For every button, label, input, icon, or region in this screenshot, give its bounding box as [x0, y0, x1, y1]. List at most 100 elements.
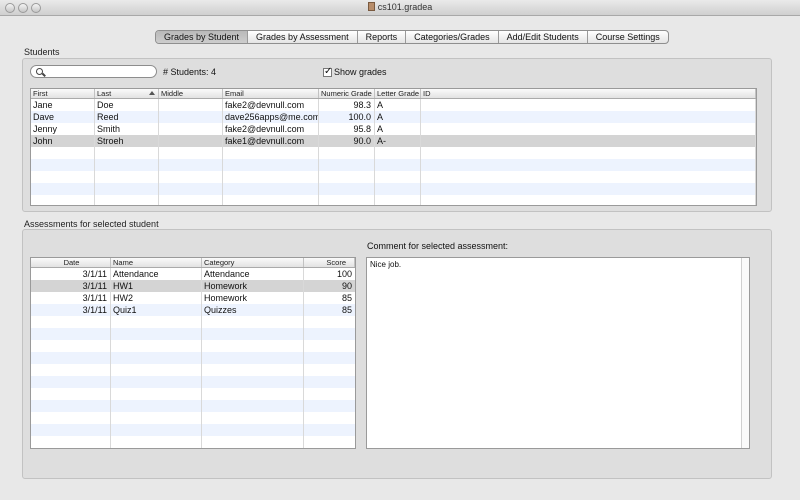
- cell-email: [223, 183, 319, 195]
- column-header-letter-grade[interactable]: Letter Grade: [375, 89, 421, 98]
- cell-id: [421, 111, 756, 123]
- cell-last: Smith: [95, 123, 159, 135]
- column-header-numeric-grade[interactable]: Numeric Grade: [319, 89, 375, 98]
- cell-name: HW2: [111, 292, 202, 304]
- empty-row[interactable]: [31, 412, 355, 424]
- cell-date: [31, 388, 111, 400]
- cell-date: [31, 400, 111, 412]
- show-grades-checkbox[interactable]: [323, 66, 332, 77]
- cell-score: 90: [341, 281, 352, 291]
- empty-row[interactable]: [31, 147, 756, 159]
- cell-first: Dave: [31, 111, 95, 123]
- student-search-field[interactable]: [30, 65, 157, 78]
- tab-grades-by-student[interactable]: Grades by Student: [156, 31, 249, 43]
- cell-numeric: 100.0: [319, 111, 375, 123]
- empty-row[interactable]: [31, 424, 355, 436]
- cell-category: [202, 376, 304, 388]
- comment-scrollbar[interactable]: [741, 258, 749, 448]
- assessments-table: Date Name Category Score 3/1/11 Attendanc…: [30, 257, 356, 449]
- empty-row[interactable]: [31, 376, 355, 388]
- cell-email: dave256apps@me.com: [225, 111, 319, 123]
- cell-score: [304, 400, 355, 412]
- students-table-body: Jane Doe fake2@devnull.com 98.3 A Dave Reed dav…: [31, 99, 756, 205]
- cell-name: [111, 400, 202, 412]
- cell-category: [202, 436, 304, 448]
- column-header-middle[interactable]: Middle: [159, 89, 223, 98]
- students-section-label: Students: [24, 47, 60, 57]
- cell-numeric: 98.3: [319, 99, 375, 111]
- cell-middle: [159, 159, 223, 171]
- student-row[interactable]: Dave Reed dave256apps@me.com 100.0 A: [31, 111, 756, 123]
- cell-first: [31, 147, 95, 159]
- assessment-row[interactable]: 3/1/11 Attendance Attendance 100: [31, 268, 355, 280]
- show-grades-toggle[interactable]: Show grades: [323, 66, 387, 77]
- cell-category: [202, 316, 304, 328]
- tab-course-settings[interactable]: Course Settings: [588, 31, 668, 43]
- cell-score: 100: [336, 269, 352, 279]
- empty-row[interactable]: [31, 183, 756, 195]
- column-header-email[interactable]: Email: [223, 89, 319, 98]
- empty-row[interactable]: [31, 352, 355, 364]
- tab-categories-grades[interactable]: Categories/Grades: [406, 31, 499, 43]
- cell-category: [202, 340, 304, 352]
- student-row[interactable]: Jane Doe fake2@devnull.com 98.3 A: [31, 99, 756, 111]
- cell-name: [111, 376, 202, 388]
- cell-middle: [159, 147, 223, 159]
- cell-id: [421, 183, 756, 195]
- empty-row[interactable]: [31, 328, 355, 340]
- column-header-date[interactable]: Date: [31, 258, 111, 267]
- column-header-name[interactable]: Name: [111, 258, 202, 267]
- cell-last: Reed: [95, 111, 159, 123]
- cell-name: [111, 328, 202, 340]
- tab-reports[interactable]: Reports: [358, 31, 407, 43]
- student-search-input[interactable]: [45, 66, 150, 77]
- cell-id: [421, 123, 756, 135]
- students-table-header: First Last Middle Email Numeric Grade Le…: [31, 89, 756, 99]
- cell-score: [304, 424, 355, 436]
- column-header-score[interactable]: Score: [304, 258, 355, 267]
- comment-text[interactable]: Nice job.: [370, 260, 401, 269]
- tab-grades-by-assessment[interactable]: Grades by Assessment: [248, 31, 358, 43]
- column-header-id[interactable]: ID: [421, 89, 756, 98]
- cell-email: [223, 159, 319, 171]
- cell-category: [202, 352, 304, 364]
- cell-date: 3/1/11: [31, 268, 111, 280]
- empty-row[interactable]: [31, 316, 355, 328]
- cell-middle: [159, 99, 223, 111]
- cell-letter: [375, 183, 421, 195]
- cell-date: [31, 376, 111, 388]
- assessment-row[interactable]: 3/1/11 HW1 Homework 90: [31, 280, 355, 292]
- cell-middle: [159, 111, 223, 123]
- empty-row[interactable]: [31, 159, 756, 171]
- column-header-last[interactable]: Last: [95, 89, 159, 98]
- tab-add-edit-students[interactable]: Add/Edit Students: [499, 31, 588, 43]
- comment-text-area[interactable]: Nice job.: [366, 257, 750, 449]
- assessment-row[interactable]: 3/1/11 Quiz1 Quizzes 85: [31, 304, 355, 316]
- cell-middle: [159, 171, 223, 183]
- assessments-table-header: Date Name Category Score: [31, 258, 355, 268]
- cell-score: [304, 328, 355, 340]
- student-row[interactable]: John Stroeh fake1@devnull.com 90.0 A-: [31, 135, 756, 147]
- document-icon: [367, 2, 375, 11]
- cell-date: [31, 328, 111, 340]
- empty-row[interactable]: [31, 364, 355, 376]
- cell-score: [304, 352, 355, 364]
- cell-first: [31, 171, 95, 183]
- cell-numeric: 95.8: [319, 123, 375, 135]
- empty-row[interactable]: [31, 340, 355, 352]
- empty-row[interactable]: [31, 195, 756, 205]
- column-header-category[interactable]: Category: [202, 258, 304, 267]
- cell-category: [202, 388, 304, 400]
- empty-row[interactable]: [31, 388, 355, 400]
- sort-ascending-icon: [149, 91, 155, 95]
- cell-category: [202, 412, 304, 424]
- student-row[interactable]: Jenny Smith fake2@devnull.com 95.8 A: [31, 123, 756, 135]
- assessment-row[interactable]: 3/1/11 HW2 Homework 85: [31, 292, 355, 304]
- empty-row[interactable]: [31, 400, 355, 412]
- empty-row[interactable]: [31, 171, 756, 183]
- cell-category: Homework: [202, 292, 304, 304]
- cell-name: [111, 436, 202, 448]
- column-header-first[interactable]: First: [31, 89, 95, 98]
- empty-row[interactable]: [31, 436, 355, 448]
- cell-name: [111, 364, 202, 376]
